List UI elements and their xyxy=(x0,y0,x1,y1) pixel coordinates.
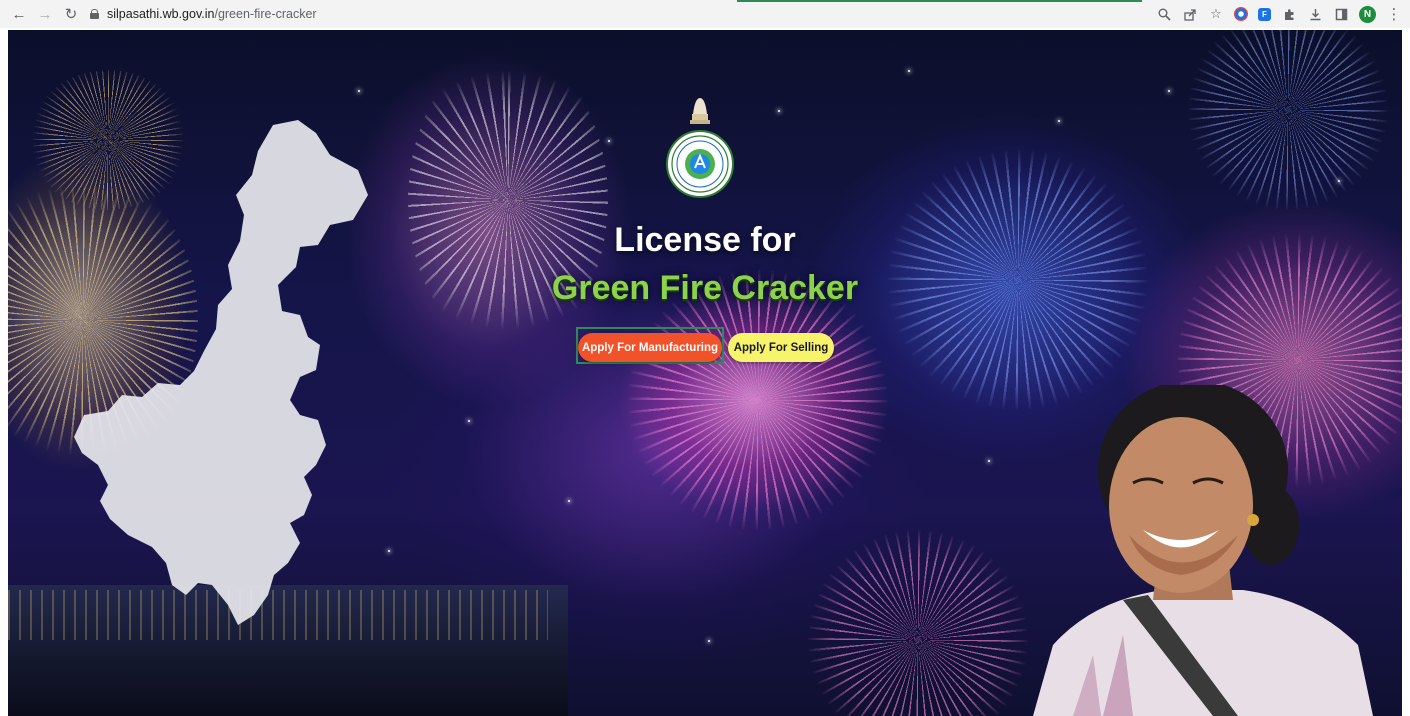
more-menu-icon[interactable]: ⋮ xyxy=(1386,6,1402,23)
chief-minister-portrait-image xyxy=(1033,385,1373,716)
download-icon[interactable] xyxy=(1307,6,1323,22)
browser-tool-icons: ☆ F N ⋮ xyxy=(1156,3,1402,25)
page-load-indicator xyxy=(737,0,1142,2)
sparkle xyxy=(468,420,470,422)
puzzle-icon[interactable] xyxy=(1281,6,1297,22)
sparkle xyxy=(908,70,910,72)
west-bengal-map-image xyxy=(74,120,368,625)
url-domain: silpasathi.wb.gov.in xyxy=(107,7,215,21)
bookmark-star-icon[interactable]: ☆ xyxy=(1208,6,1224,22)
apply-buttons-row: Apply For Manufacturing Apply For Sellin… xyxy=(8,333,1402,373)
chrome-extension-icon[interactable] xyxy=(1234,7,1248,21)
sparkle xyxy=(358,90,360,92)
share-icon[interactable] xyxy=(1182,6,1198,22)
zoom-icon[interactable] xyxy=(1156,6,1172,22)
back-icon[interactable]: ← xyxy=(8,3,30,25)
firework-burst xyxy=(1188,30,1388,210)
apply-for-selling-button[interactable]: Apply For Selling xyxy=(728,333,834,362)
profile-avatar[interactable]: N xyxy=(1359,5,1376,23)
firework-burst xyxy=(808,530,1028,716)
apply-for-manufacturing-button[interactable]: Apply For Manufacturing xyxy=(578,333,722,362)
lock-icon xyxy=(90,9,99,19)
page-title-line1: License for xyxy=(614,221,796,259)
sparkle xyxy=(568,500,570,502)
hero-banner: License for Green Fire Cracker Apply For… xyxy=(8,30,1402,716)
forward-icon[interactable]: → xyxy=(34,3,56,25)
firework-burst xyxy=(628,270,888,530)
sidepanel-icon[interactable] xyxy=(1333,6,1349,22)
sparkle xyxy=(708,640,710,642)
government-emblem-logo xyxy=(666,98,734,198)
browser-toolbar: ← → ↻ silpasathi.wb.gov.in/green-fire-cr… xyxy=(0,0,1410,28)
reload-icon[interactable]: ↻ xyxy=(60,3,82,25)
extension-icon[interactable]: F xyxy=(1258,7,1271,21)
url-path: /green-fire-cracker xyxy=(214,7,317,21)
page-title-line2: Green Fire Cracker xyxy=(551,269,859,307)
sparkle xyxy=(1058,120,1060,122)
sparkle xyxy=(778,110,780,112)
sparkle xyxy=(988,460,990,462)
sparkle xyxy=(608,140,610,142)
sparkle xyxy=(1168,90,1170,92)
sparkle xyxy=(1338,180,1340,182)
address-bar[interactable]: silpasathi.wb.gov.in/green-fire-cracker xyxy=(90,3,1170,25)
